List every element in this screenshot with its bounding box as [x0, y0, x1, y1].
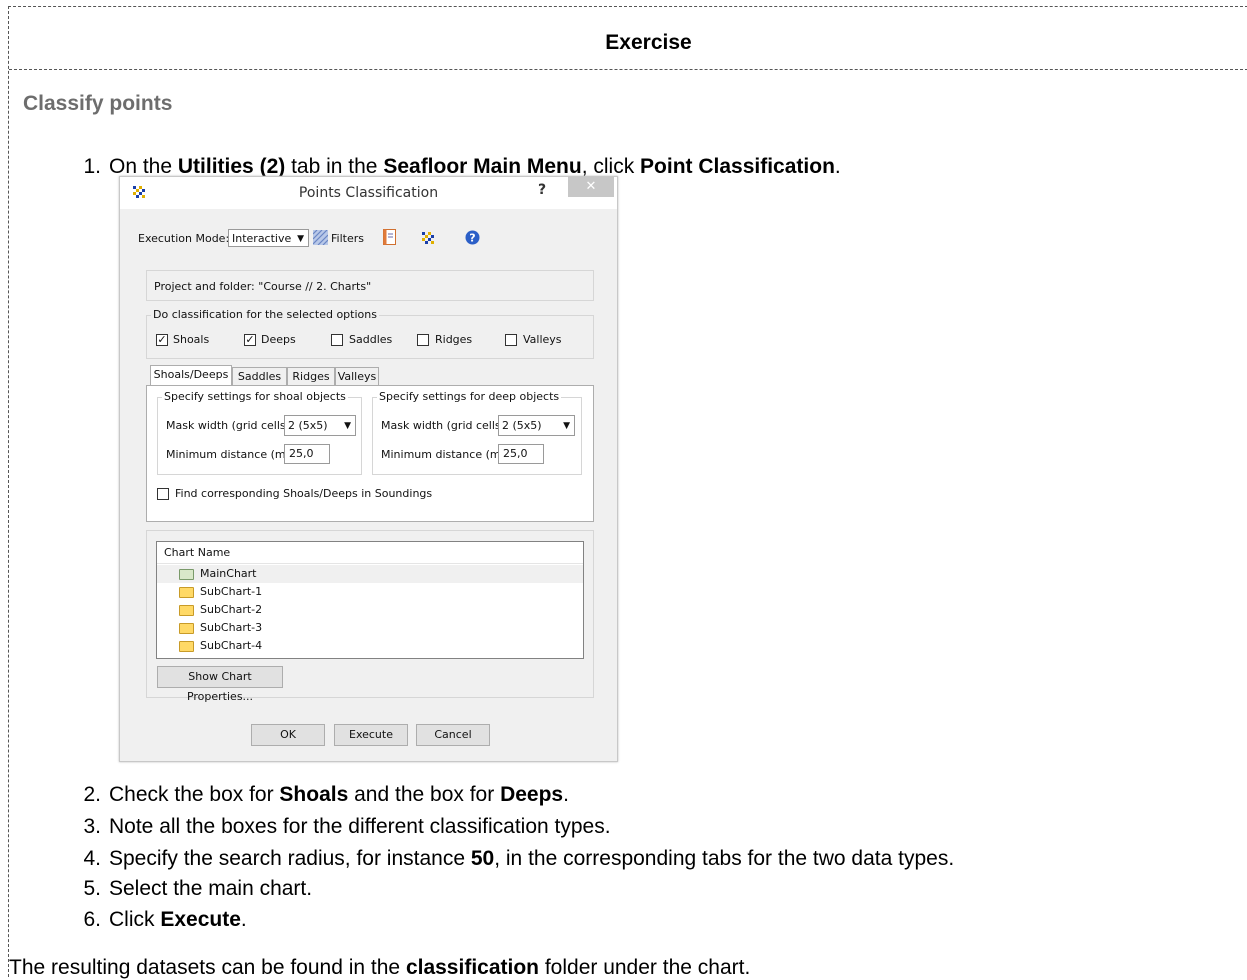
ridges-checkbox[interactable] [417, 334, 429, 346]
tab-valleys[interactable]: Valleys [335, 367, 379, 386]
project-folder-box: Project and folder: "Course // 2. Charts… [146, 270, 594, 301]
chevron-down-icon: ▼ [297, 234, 304, 244]
help-button[interactable]: ? [538, 182, 546, 198]
chevron-down-icon: ▼ [563, 421, 570, 431]
show-chart-properties-button[interactable]: Show Chart Properties... [157, 666, 283, 703]
deeps-label: Deeps [261, 333, 296, 346]
saddles-checkbox[interactable] [331, 334, 343, 346]
chart-tree: Chart Name MainChart SubChart-1 SubChart… [156, 541, 584, 659]
options-legend: Do classification for the selected optio… [151, 308, 379, 321]
cancel-button[interactable]: Cancel [416, 724, 490, 746]
exercise-header: Exercise [9, 7, 1247, 70]
folder-icon [179, 569, 194, 580]
chevron-down-icon: ▼ [344, 421, 351, 431]
folder-icon [179, 641, 194, 652]
tab-panel-shoals-deeps: Specify settings for shoal objects Mask … [146, 385, 594, 522]
tab-shoals-deeps[interactable]: Shoals/Deeps [150, 365, 232, 386]
deeps-checkbox[interactable]: ✓ [244, 334, 256, 346]
tab-ridges[interactable]: Ridges [287, 367, 335, 386]
filters-icon[interactable] [313, 230, 328, 245]
deep-mask-width-label: Mask width (grid cells): [381, 419, 509, 432]
result-text: The resulting datasets can be found in t… [9, 956, 751, 979]
shoal-min-distance-label: Minimum distance (m): [166, 448, 294, 461]
shoal-mask-width-label: Mask width (grid cells): [166, 419, 294, 432]
folder-icon [179, 605, 194, 616]
section-title: Classify points [23, 92, 173, 115]
shoal-legend: Specify settings for shoal objects [162, 390, 348, 403]
filters-label[interactable]: Filters [331, 232, 364, 245]
saddles-label: Saddles [349, 333, 393, 346]
title-bar: Points Classification ? ✕ [120, 177, 617, 209]
shoal-mask-width-select[interactable]: 2 (5x5) ▼ [284, 415, 356, 436]
deep-settings-group: Specify settings for deep objects Mask w… [372, 390, 582, 475]
find-soundings-label: Find corresponding Shoals/Deeps in Sound… [175, 487, 433, 500]
folder-icon [179, 587, 194, 598]
ok-button[interactable]: OK [251, 724, 325, 746]
shoal-min-distance-input[interactable]: 25,0 [284, 444, 330, 464]
help-icon[interactable]: ? [465, 230, 480, 245]
svg-text:?: ? [469, 232, 475, 245]
step-3: 3. Note all the boxes for the different c… [83, 815, 611, 838]
report-icon[interactable] [383, 229, 396, 245]
shoal-settings-group: Specify settings for shoal objects Mask … [157, 390, 362, 475]
execution-mode-label: Execution Mode: [138, 232, 230, 245]
shoals-label: Shoals [173, 333, 210, 346]
close-button[interactable]: ✕ [568, 177, 614, 197]
valleys-label: Valleys [523, 333, 562, 346]
step-5: 5. Select the main chart. [83, 877, 313, 900]
step-6: 6. Click Execute. [83, 908, 247, 931]
tab-saddles[interactable]: Saddles [232, 367, 287, 386]
deep-mask-width-select[interactable]: 2 (5x5) ▼ [498, 415, 575, 436]
deep-min-distance-input[interactable]: 25,0 [498, 444, 544, 464]
points-classification-dialog: Points Classification ? ✕ Execution Mode… [119, 176, 618, 762]
deep-min-distance-label: Minimum distance (m): [381, 448, 509, 461]
execute-button[interactable]: Execute [334, 724, 408, 746]
ridges-label: Ridges [435, 333, 473, 346]
folder-icon [179, 623, 194, 634]
execution-mode-select[interactable]: Interactive ▼ [228, 229, 309, 247]
find-soundings-checkbox[interactable] [157, 488, 169, 500]
options-group: Do classification for the selected optio… [146, 308, 594, 359]
deep-legend: Specify settings for deep objects [377, 390, 562, 403]
shoals-checkbox[interactable]: ✓ [156, 334, 168, 346]
step-4: 4. Specify the search radius, for instanc… [83, 847, 955, 870]
project-folder-text: Project and folder: "Course // 2. Charts… [154, 280, 372, 293]
valleys-checkbox[interactable] [505, 334, 517, 346]
classification-icon[interactable] [421, 231, 435, 245]
step-2: 2. Check the box for Shoals and the box f… [83, 783, 569, 806]
chart-name-header[interactable]: Chart Name [157, 542, 583, 564]
chart-group: Chart Name MainChart SubChart-1 SubChart… [146, 530, 594, 703]
